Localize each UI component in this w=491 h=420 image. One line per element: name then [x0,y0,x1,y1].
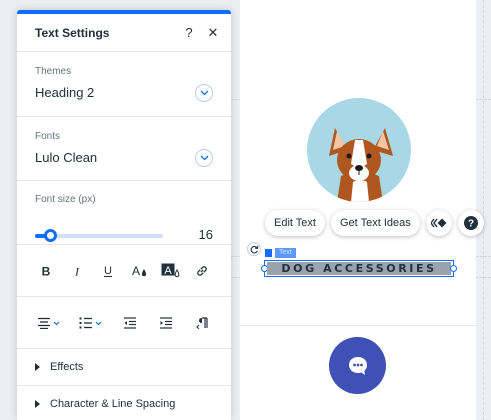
decrease-indent-icon[interactable] [119,312,141,334]
fonts-dropdown[interactable]: Fonts Lulo Clean [17,117,231,181]
text-settings-panel: Text Settings ? ✕ Themes Heading 2 Fonts… [17,10,231,420]
align-icon[interactable] [35,312,63,334]
underline-icon[interactable]: U [97,260,119,282]
increase-indent-icon[interactable] [155,312,177,334]
font-size-slider[interactable] [35,229,163,242]
rotate-icon[interactable] [247,242,261,256]
get-text-ideas-button[interactable]: Get Text Ideas [331,210,420,236]
font-size-value[interactable]: 16 [199,227,213,242]
text-color-icon[interactable]: A [129,260,151,282]
caret-right-icon [35,363,40,371]
character-line-spacing-section[interactable]: Character & Line Spacing [17,386,231,420]
panel-header: Text Settings ? ✕ [17,14,231,52]
svg-text:U: U [104,265,112,277]
paragraph-toolbar [17,297,231,349]
themes-label: Themes [35,66,72,77]
animation-icon[interactable] [425,210,452,236]
site-canvas[interactable]: Edit Text Get Text Ideas ? Text DOG ACCE… [240,0,484,420]
panel-title: Text Settings [35,25,110,40]
bold-icon[interactable]: B [35,260,57,282]
font-size-control: Font size (px) 16 [17,181,231,245]
element-toolbar: Edit Text Get Text Ideas ? [265,210,484,236]
resize-handle-right[interactable] [450,265,457,272]
themes-dropdown[interactable]: Themes Heading 2 [17,52,231,117]
format-toolbar: B I U A A [17,245,231,297]
edit-text-button[interactable]: Edit Text [265,210,325,236]
svg-text:B: B [42,265,51,277]
themes-value: Heading 2 [35,85,95,100]
dog-image[interactable] [307,98,411,202]
font-size-label: Font size (px) [35,194,96,205]
chat-bubble-icon [348,356,367,375]
italic-icon[interactable]: I [66,260,88,282]
highlight-icon[interactable]: A [160,260,182,282]
chevron-down-icon[interactable] [195,84,213,102]
svg-text:I: I [74,265,80,277]
effects-label: Effects [50,361,84,373]
slider-thumb[interactable] [44,229,58,242]
effects-section[interactable]: Effects [17,349,231,386]
close-icon[interactable]: ✕ [204,24,222,42]
fonts-value: Lulo Clean [35,150,98,165]
caret-right-icon [35,400,40,408]
heading-text[interactable]: DOG ACCESSORIES [267,262,451,275]
element-type-icon [264,248,273,258]
section-divider [240,325,476,326]
chevron-down-icon[interactable] [195,149,213,167]
svg-text:?: ? [468,219,474,230]
svg-text:A: A [132,264,140,278]
character-line-spacing-label: Character & Line Spacing [50,398,176,410]
element-tag: Text [264,248,296,258]
bullets-icon[interactable] [77,312,105,334]
fonts-label: Fonts [35,131,61,142]
element-tag-label: Text [275,248,296,258]
help-icon[interactable]: ? [457,210,484,236]
help-icon[interactable]: ? [180,24,198,42]
link-icon[interactable] [191,260,213,282]
chat-button[interactable] [329,337,386,394]
text-element-selection[interactable]: DOG ACCESSORIES [261,260,457,277]
svg-text:A: A [164,265,172,277]
text-direction-icon[interactable] [191,312,213,334]
